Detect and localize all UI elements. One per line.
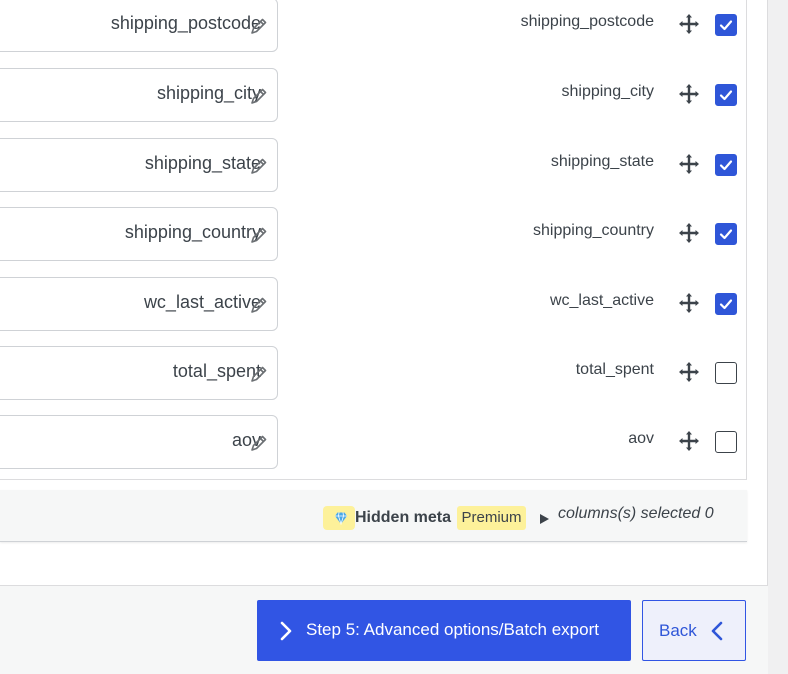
field-label: shipping_state xyxy=(550,153,654,170)
pencil-icon[interactable] xyxy=(249,295,269,315)
field-name-value: shipping_postcode xyxy=(110,13,261,33)
pencil-icon[interactable] xyxy=(249,86,269,106)
field-name-input[interactable]: total_spent xyxy=(0,346,278,400)
field-label: shipping_city xyxy=(561,83,655,100)
field-row: total_spent total_spent xyxy=(0,346,747,402)
step-5-label: Step 5: Advanced options/Batch export xyxy=(306,620,599,639)
move-icon[interactable] xyxy=(677,360,701,384)
field-row: wc_last_active wc_last_active xyxy=(0,277,747,333)
field-checkbox[interactable] xyxy=(715,154,737,176)
field-name-value: wc_last_active xyxy=(143,292,261,312)
field-name-value: shipping_city xyxy=(156,83,261,103)
move-icon[interactable] xyxy=(677,12,701,36)
chevron-left-icon xyxy=(711,621,723,641)
field-list: shipping_postcode shipping_postcode ship… xyxy=(0,0,747,480)
step-5-button[interactable]: Step 5: Advanced options/Batch export xyxy=(257,600,631,661)
field-row: aov aov xyxy=(0,415,747,471)
field-name-value: total_spent xyxy=(172,361,261,381)
field-checkbox[interactable] xyxy=(715,293,737,315)
field-row: shipping_state shipping_state xyxy=(0,138,747,194)
field-checkbox[interactable] xyxy=(715,84,737,106)
chevron-right-icon xyxy=(280,621,292,641)
pencil-icon[interactable] xyxy=(249,225,269,245)
field-label: shipping_postcode xyxy=(520,13,654,30)
field-name-input[interactable]: shipping_postcode xyxy=(0,0,278,52)
field-label: wc_last_active xyxy=(549,292,654,309)
field-row: shipping_postcode shipping_postcode xyxy=(0,0,747,54)
columns-selected-count: columns(s) selected 0 xyxy=(558,505,714,522)
pencil-icon[interactable] xyxy=(249,433,269,453)
hidden-meta-title[interactable]: Hidden meta xyxy=(355,509,451,527)
field-checkbox[interactable] xyxy=(715,223,737,245)
field-name-value: shipping_country xyxy=(124,222,261,242)
field-name-input[interactable]: shipping_city xyxy=(0,68,278,122)
field-row: shipping_country shipping_country xyxy=(0,207,747,263)
field-name-input[interactable]: wc_last_active xyxy=(0,277,278,331)
premium-marker xyxy=(323,506,355,530)
move-icon[interactable] xyxy=(677,291,701,315)
field-label: aov xyxy=(628,430,654,447)
pencil-icon[interactable] xyxy=(249,16,269,36)
field-row: shipping_city shipping_city xyxy=(0,68,747,124)
move-icon[interactable] xyxy=(677,152,701,176)
field-name-input[interactable]: shipping_state xyxy=(0,138,278,192)
field-label: shipping_country xyxy=(533,222,654,239)
field-checkbox[interactable] xyxy=(715,362,737,384)
pencil-icon[interactable] xyxy=(249,364,269,384)
field-checkbox[interactable] xyxy=(715,431,737,453)
pencil-icon[interactable] xyxy=(249,156,269,176)
field-checkbox[interactable] xyxy=(715,14,737,36)
move-icon[interactable] xyxy=(677,221,701,245)
field-name-input[interactable]: shipping_country xyxy=(0,207,278,261)
field-label: total_spent xyxy=(575,361,654,378)
triangle-right-icon[interactable] xyxy=(540,514,549,524)
field-name-value: shipping_state xyxy=(144,153,261,173)
back-label: Back xyxy=(659,621,697,640)
diamond-icon xyxy=(335,512,347,525)
back-button[interactable]: Back xyxy=(642,600,746,661)
move-icon[interactable] xyxy=(677,82,701,106)
move-icon[interactable] xyxy=(677,429,701,453)
field-name-input[interactable]: aov xyxy=(0,415,278,469)
hidden-meta-bar[interactable]: Hidden meta Premium columns(s) selected … xyxy=(0,490,747,542)
export-panel: shipping_postcode shipping_postcode ship… xyxy=(0,0,768,674)
premium-badge: Premium xyxy=(457,506,526,530)
